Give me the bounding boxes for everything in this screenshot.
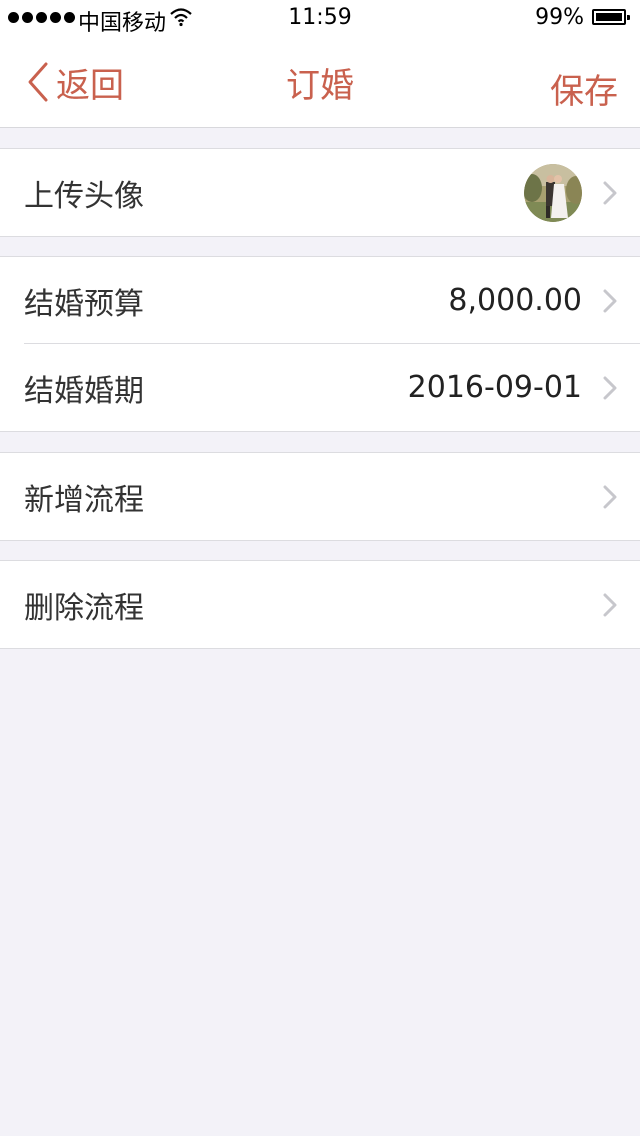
save-button[interactable]: 保存 <box>550 64 618 113</box>
wedding-date-value: 2016-09-01 <box>407 370 582 405</box>
upload-avatar-row[interactable]: 上传头像 <box>0 149 640 236</box>
delete-flow-label: 删除流程 <box>24 590 144 626</box>
wedding-info-group: 结婚预算 8,000.00 结婚婚期 2016-09-01 <box>0 256 640 432</box>
add-flow-group: 新增流程 <box>0 452 640 541</box>
delete-flow-group: 删除流程 <box>0 560 640 649</box>
chevron-right-icon <box>603 181 617 204</box>
upload-avatar-label: 上传头像 <box>24 178 144 214</box>
battery-icon <box>592 9 630 25</box>
wedding-date-label: 结婚婚期 <box>24 373 144 409</box>
chevron-right-icon <box>603 289 617 312</box>
wedding-budget-value: 8,000.00 <box>448 283 582 318</box>
delete-flow-row[interactable]: 删除流程 <box>0 561 640 648</box>
battery-percentage: 99% <box>535 5 584 30</box>
avatar-image <box>524 163 582 222</box>
wedding-budget-label: 结婚预算 <box>24 286 144 322</box>
add-flow-label: 新增流程 <box>24 482 144 518</box>
page-title: 订婚 <box>286 66 354 106</box>
wedding-budget-row[interactable]: 结婚预算 8,000.00 <box>0 257 640 344</box>
wedding-date-row[interactable]: 结婚婚期 2016-09-01 <box>0 343 640 431</box>
chevron-right-icon <box>603 485 617 508</box>
chevron-right-icon <box>603 593 617 616</box>
status-bar: 中国移动 11:59 99% <box>0 0 640 40</box>
add-flow-row[interactable]: 新增流程 <box>0 453 640 540</box>
navigation-bar: 返回 订婚 保存 <box>0 40 640 128</box>
chevron-right-icon <box>603 376 617 399</box>
avatar-group: 上传头像 <box>0 148 640 237</box>
